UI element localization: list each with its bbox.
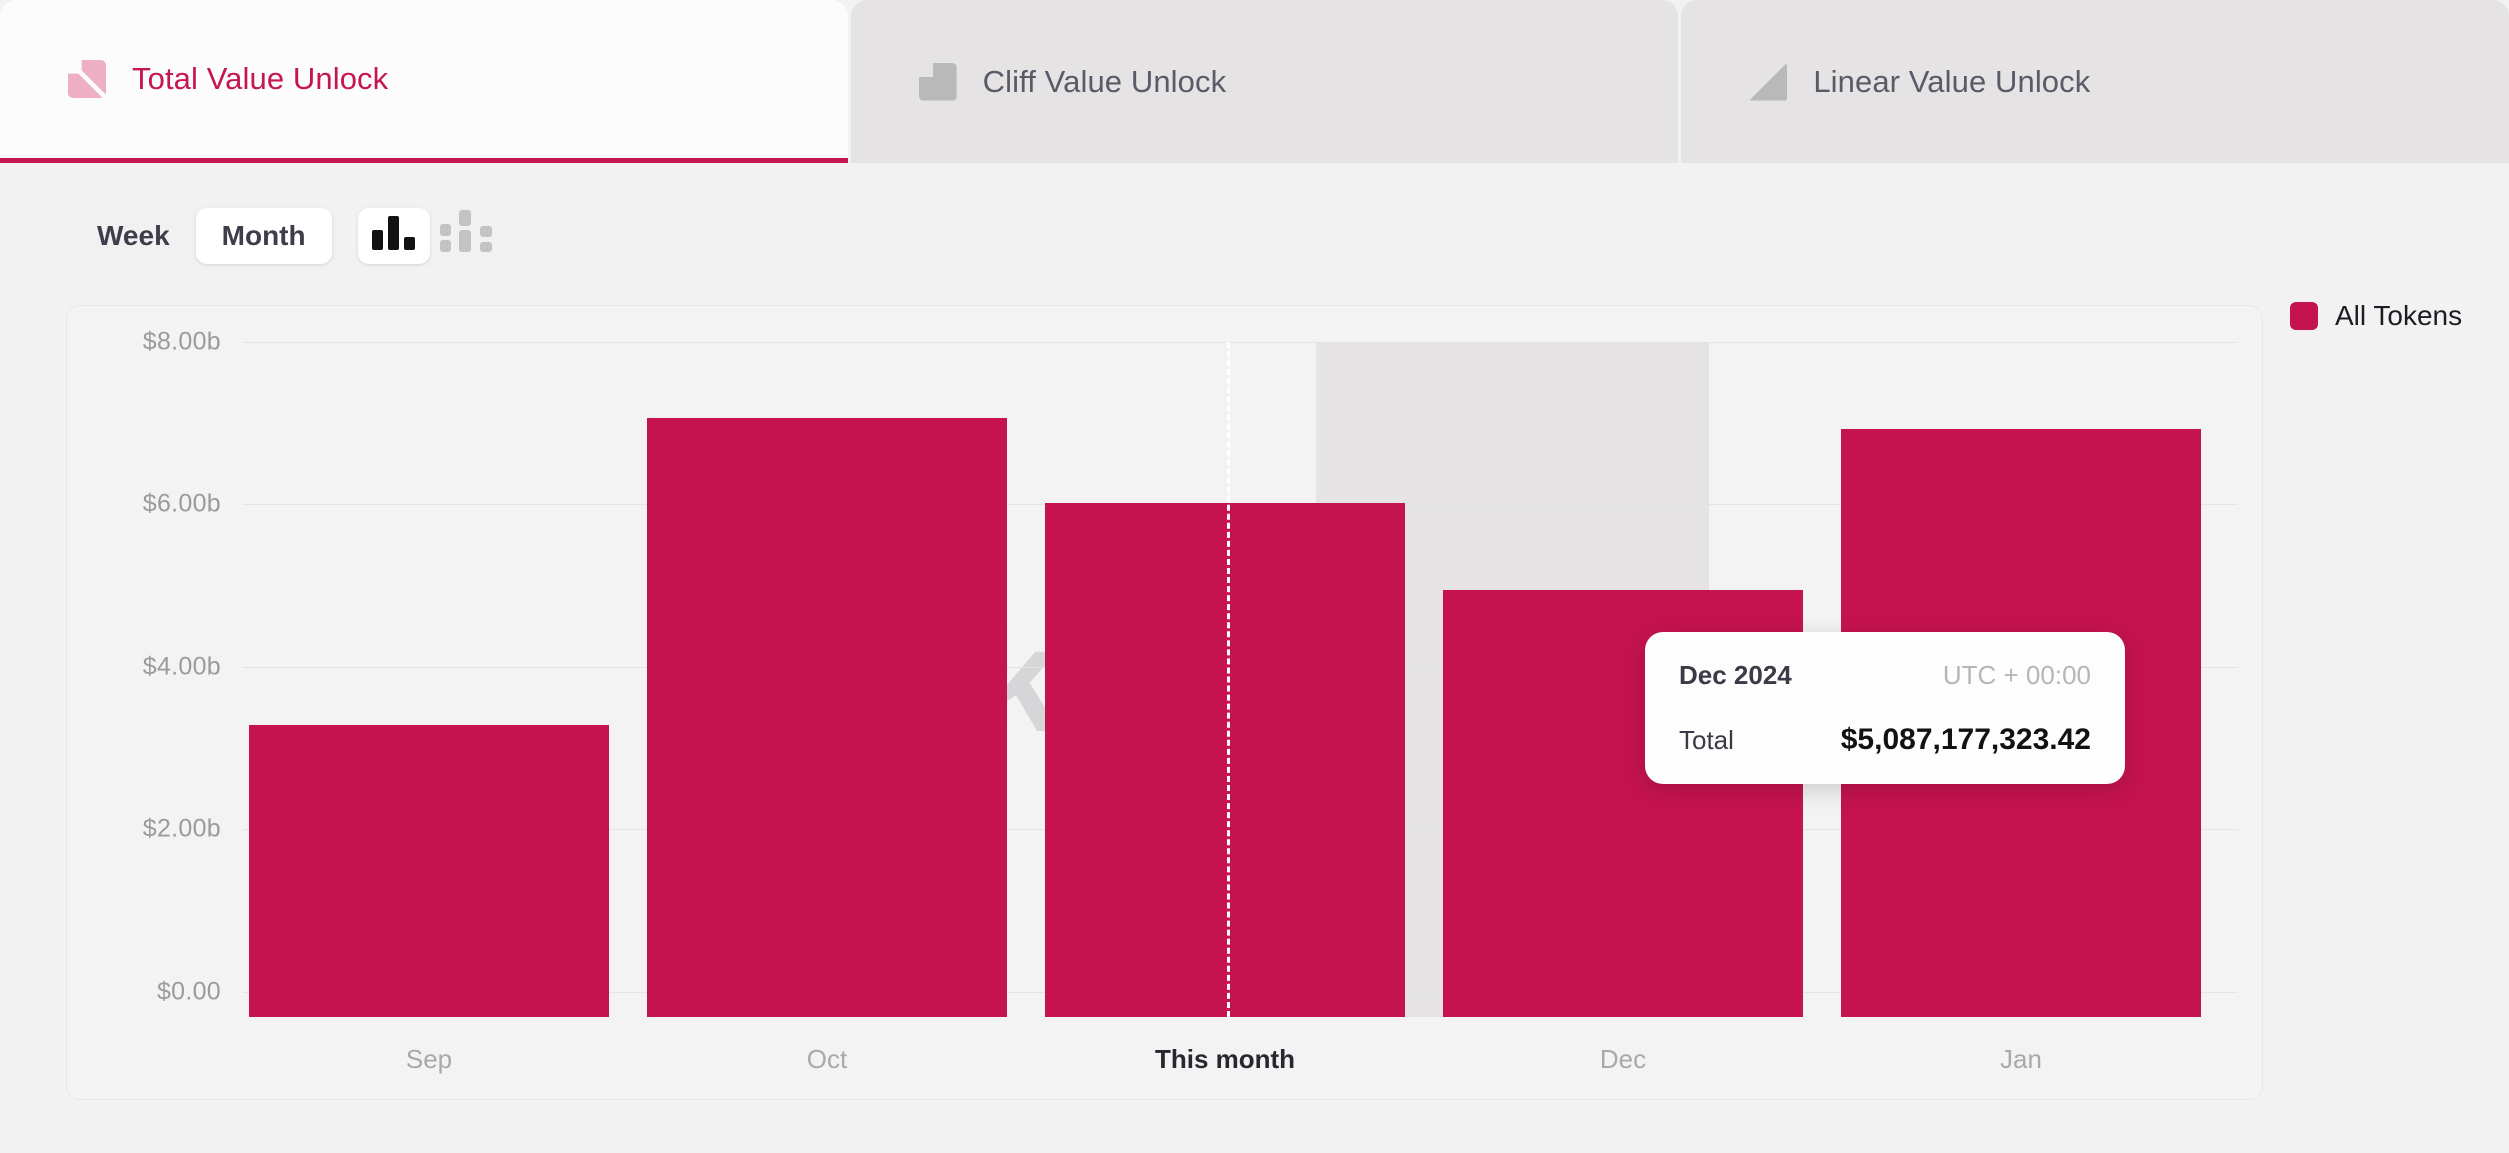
- tooltip-metric-value: $5,087,177,323.42: [1840, 723, 2091, 756]
- tooltip-date: Dec 2024: [1679, 660, 1792, 690]
- total-unlock-icon: [66, 58, 108, 100]
- interval-option-month[interactable]: Month: [195, 208, 332, 264]
- cliff-unlock-icon: [918, 62, 957, 101]
- interval-option-week[interactable]: Week: [71, 208, 196, 264]
- x-axis-label-dec: Dec: [1599, 1044, 1647, 1074]
- chart-controls: Week Month: [66, 203, 507, 269]
- tab-cliff-value-unlock-label: Cliff Value Unlock: [982, 63, 1227, 99]
- bar-this-month[interactable]: [1045, 503, 1405, 1017]
- y-axis-label-8b: $8.00b: [142, 327, 221, 356]
- bar-sep[interactable]: [249, 725, 609, 1017]
- chart-tooltip: Dec 2024 UTC + 00:00 Total $5,087,177,32…: [1645, 632, 2125, 784]
- gridline-8b: $8.00b: [143, 328, 2238, 356]
- tab-bar: Total Value Unlock Cliff Value Unlock Li…: [0, 0, 2509, 165]
- bar-chart-icon[interactable]: [357, 208, 430, 264]
- linear-unlock-icon: [1749, 62, 1788, 101]
- value-unlock-panel: Total Value Unlock Cliff Value Unlock Li…: [0, 0, 2509, 1153]
- tab-linear-value-unlock[interactable]: Linear Value Unlock: [1681, 0, 2509, 163]
- tab-cliff-value-unlock[interactable]: Cliff Value Unlock: [850, 0, 1679, 163]
- current-period-marker: [1227, 342, 1230, 1017]
- x-axis-label-sep: Sep: [405, 1044, 453, 1074]
- bar-oct[interactable]: [647, 418, 1007, 1017]
- tooltip-metric-label: Total: [1679, 725, 1734, 755]
- tab-linear-value-unlock-label: Linear Value Unlock: [1813, 63, 2091, 99]
- tooltip-timezone: UTC + 00:00: [1942, 660, 2091, 690]
- legend-swatch-all-tokens: [2290, 302, 2318, 330]
- tab-total-value-unlock-label: Total Value Unlock: [132, 61, 389, 96]
- x-axis-label-jan: Jan: [2000, 1044, 2042, 1074]
- x-axis-label-this-month: This month: [1154, 1044, 1296, 1074]
- tab-total-value-unlock[interactable]: Total Value Unlock: [0, 0, 848, 163]
- legend-label-all-tokens: All Tokens: [2335, 300, 2463, 331]
- y-axis-label-6b: $6.00b: [142, 489, 221, 518]
- chart-type-toggle-group: [352, 203, 507, 269]
- y-axis-label-4b: $4.00b: [142, 652, 221, 681]
- x-axis-label-oct: Oct: [806, 1044, 848, 1074]
- y-axis-label-2b: $2.00b: [142, 814, 221, 843]
- interval-toggle-group: Week Month: [66, 203, 337, 269]
- y-axis-label-0: $0.00: [156, 977, 221, 1006]
- grouped-bar-chart-icon[interactable]: [430, 208, 502, 264]
- chart-legend[interactable]: All Tokens: [2290, 300, 2462, 332]
